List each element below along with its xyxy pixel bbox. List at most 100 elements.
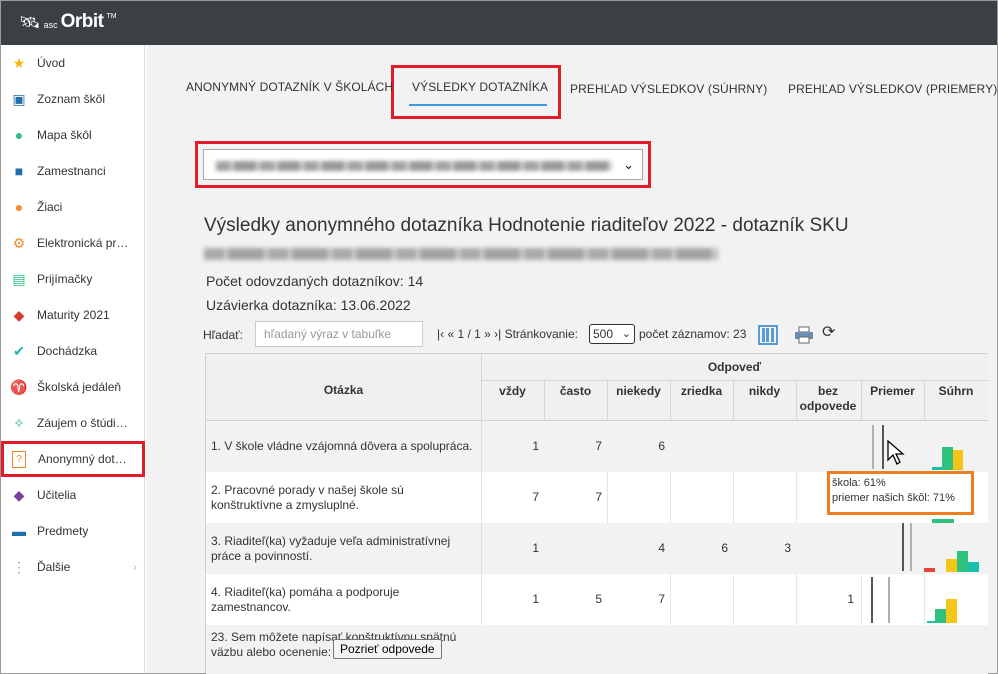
sidebar-item-uvod[interactable]: ★ Úvod (1, 45, 145, 81)
table-row[interactable]: 23. Sem môžete napísať konštruktívnu spä… (206, 625, 988, 674)
sidebar-item-predmety[interactable]: ▬ Predmety (1, 513, 145, 549)
sidebar-item-label: Mapa škôl (37, 128, 92, 142)
submitted-count: Počet odovzdaných dotazníkov: 14 (206, 273, 424, 289)
page-title: Výsledky anonymného dotazníka Hodnotenie… (204, 215, 849, 236)
header-vzdy[interactable]: vždy (481, 384, 544, 398)
value-niekedy: 6 (658, 439, 665, 453)
value-casto: 7 (595, 439, 602, 453)
view-answers-button[interactable]: Pozrieť odpovede (333, 639, 442, 659)
columns-icon[interactable] (758, 325, 778, 345)
average-line-reference (888, 577, 890, 623)
header-bez-odpovede[interactable]: bez odpovede (798, 384, 858, 414)
header-casto[interactable]: často (544, 384, 607, 398)
more-dots-icon: ⋮ (12, 558, 26, 575)
value-niekedy: 7 (658, 592, 665, 606)
value-zriedka: 6 (721, 541, 728, 555)
header-suhrn[interactable]: Súhrn (924, 384, 988, 398)
sidebar-item-label: Zoznam škôl (37, 92, 106, 106)
summary-mini-chart (924, 523, 988, 574)
sidebar-item-label: Ďalšie (37, 560, 71, 574)
tab-anonymny-dotaznik[interactable]: ANONYMNÝ DOTAZNÍK V ŠKOLÁCH (186, 80, 393, 94)
sidebar-item-label: Zamestnanci (37, 164, 106, 178)
print-icon[interactable] (794, 326, 814, 344)
tab-prehlad-priemery[interactable]: PREHĽAD VÝSLEDKOV (PRIEMERY) (788, 82, 997, 96)
sidebar-item-jedalen[interactable]: ♈ Školská jedáleň (1, 369, 145, 405)
search-label: Hľadať: (203, 328, 244, 342)
value-bez-odpovede: 1 (847, 592, 854, 606)
pagination[interactable]: |‹ « 1 / 1 » ›| Stránkovanie: (437, 327, 578, 341)
sidebar-item-label: Prijímačky (37, 272, 93, 286)
table-row[interactable]: 3. Riaditeľ(ka) vyžaduje veľa administra… (206, 523, 988, 574)
average-line-reference (872, 425, 874, 469)
sidebar-item-label: Školská jedáleň (37, 380, 122, 394)
average-line-school (882, 425, 884, 469)
sidebar-item-label: Maturity 2021 (37, 308, 110, 322)
sidebar-item-anonymny-dotaznik[interactable]: ? Anonymný dot… (1, 441, 145, 477)
electronic-book-icon: ⚙ (12, 234, 26, 251)
summary-mini-chart (924, 574, 988, 625)
question-text: 1. V škole vládne vzájomná dôvera a spol… (211, 439, 473, 453)
deadline: Uzávierka dotazníka: 13.06.2022 (206, 297, 411, 313)
sidebar-item-ziaci[interactable]: ● Žiaci (1, 189, 145, 225)
question-text: 3. Riaditeľ(ka) vyžaduje veľa administra… (211, 534, 451, 563)
header-answer-group: Odpoveď (707, 360, 762, 374)
tooltip-average: priemer našich škôl: 71% (832, 492, 955, 504)
page-size-value: 500 (593, 327, 614, 341)
average-line-reference (910, 523, 912, 571)
graduation-cap-icon: ◆ (13, 306, 25, 323)
table-row[interactable]: 1. V škole vládne vzájomná dôvera a spol… (206, 421, 988, 472)
sidebar-item-label: Žiaci (37, 200, 63, 214)
map-pin-icon: ● (14, 127, 24, 143)
sidebar-item-prijimacky[interactable]: ▤ Prijímačky (1, 261, 145, 297)
table-row[interactable]: 4. Riaditeľ(ka) pomáha a podporuje zamest… (206, 574, 988, 625)
sidebar-item-label: Elektronická pr… (37, 236, 129, 250)
school-select[interactable]: ⌄ (203, 149, 643, 180)
sidebar-item-zaujem[interactable]: ✧ Záujem o štúdi… (1, 405, 145, 441)
sidebar-item-ucitelia[interactable]: ◆ Učitelia (1, 477, 145, 513)
sidebar-item-elektronicka[interactable]: ⚙ Elektronická pr… (1, 225, 145, 261)
sidebar-item-label: Predmety (37, 524, 89, 538)
asc-orbit-logo[interactable]: 🛰 asc Orbit TM (19, 11, 117, 33)
sidebar-item-zamestnanci[interactable]: ■ Zamestnanci (1, 153, 145, 189)
sidebar-item-label: Úvod (37, 56, 66, 70)
compass-icon: ✧ (13, 414, 25, 431)
header-priemer[interactable]: Priemer (861, 384, 924, 398)
sidebar-item-label: Anonymný dot… (38, 452, 127, 466)
refresh-icon[interactable]: ⟳ (822, 322, 835, 342)
star-icon: ★ (12, 54, 26, 71)
sidebar: ★ Úvod ▣ Zoznam škôl ● Mapa škôl ■ Zamestnan… (1, 45, 145, 673)
attendance-check-icon: ✔ (13, 342, 25, 359)
record-count: počet záznamov: 23 (639, 327, 747, 341)
value-niekedy: 4 (658, 541, 665, 555)
search-input[interactable] (255, 321, 423, 347)
header-nikdy[interactable]: nikdy (733, 384, 796, 398)
mouse-cursor-icon (887, 440, 905, 465)
header-niekedy[interactable]: niekedy (607, 384, 670, 398)
header-question: Otázka (323, 383, 364, 397)
student-icon: ● (14, 199, 24, 215)
top-bar: 🛰 asc Orbit TM (1, 1, 997, 45)
canteen-icon: ♈ (10, 378, 28, 395)
sidebar-item-dochadzka[interactable]: ✔ Dochádzka (1, 333, 145, 369)
tab-vysledky-dotaznika[interactable]: VÝSLEDKY DOTAZNÍKA (412, 80, 548, 94)
value-vzdy: 1 (532, 541, 539, 555)
questionnaire-icon: ? (12, 450, 26, 468)
subjects-icon: ▬ (12, 523, 26, 539)
sidebar-item-zoznam-skol[interactable]: ▣ Zoznam škôl (1, 81, 145, 117)
tab-prehlad-suhrny[interactable]: PREHĽAD VÝSLEDKOV (SÚHRNY) (570, 82, 767, 96)
sidebar-item-mapa-skol[interactable]: ● Mapa škôl (1, 117, 145, 153)
header-zriedka[interactable]: zriedka (670, 384, 733, 398)
value-vzdy: 1 (532, 439, 539, 453)
average-line-school (871, 577, 873, 623)
school-select-highlight: ⌄ (195, 141, 651, 188)
sidebar-item-dalsie[interactable]: ⋮ Ďalšie › (1, 549, 145, 585)
sidebar-item-maturity[interactable]: ◆ Maturity 2021 (1, 297, 145, 333)
page-size-select[interactable]: 500 ⌄ (589, 324, 635, 344)
blurred-school-name (216, 161, 612, 171)
logo-big-text: Orbit (60, 11, 104, 32)
value-nikdy: 3 (784, 541, 791, 555)
chart-tooltip: škola: 61% priemer našich škôl: 71% (827, 471, 974, 515)
summary-mini-chart (924, 421, 988, 472)
tooltip-school: škola: 61% (832, 477, 886, 489)
satellite-icon: 🛰 (19, 13, 41, 32)
